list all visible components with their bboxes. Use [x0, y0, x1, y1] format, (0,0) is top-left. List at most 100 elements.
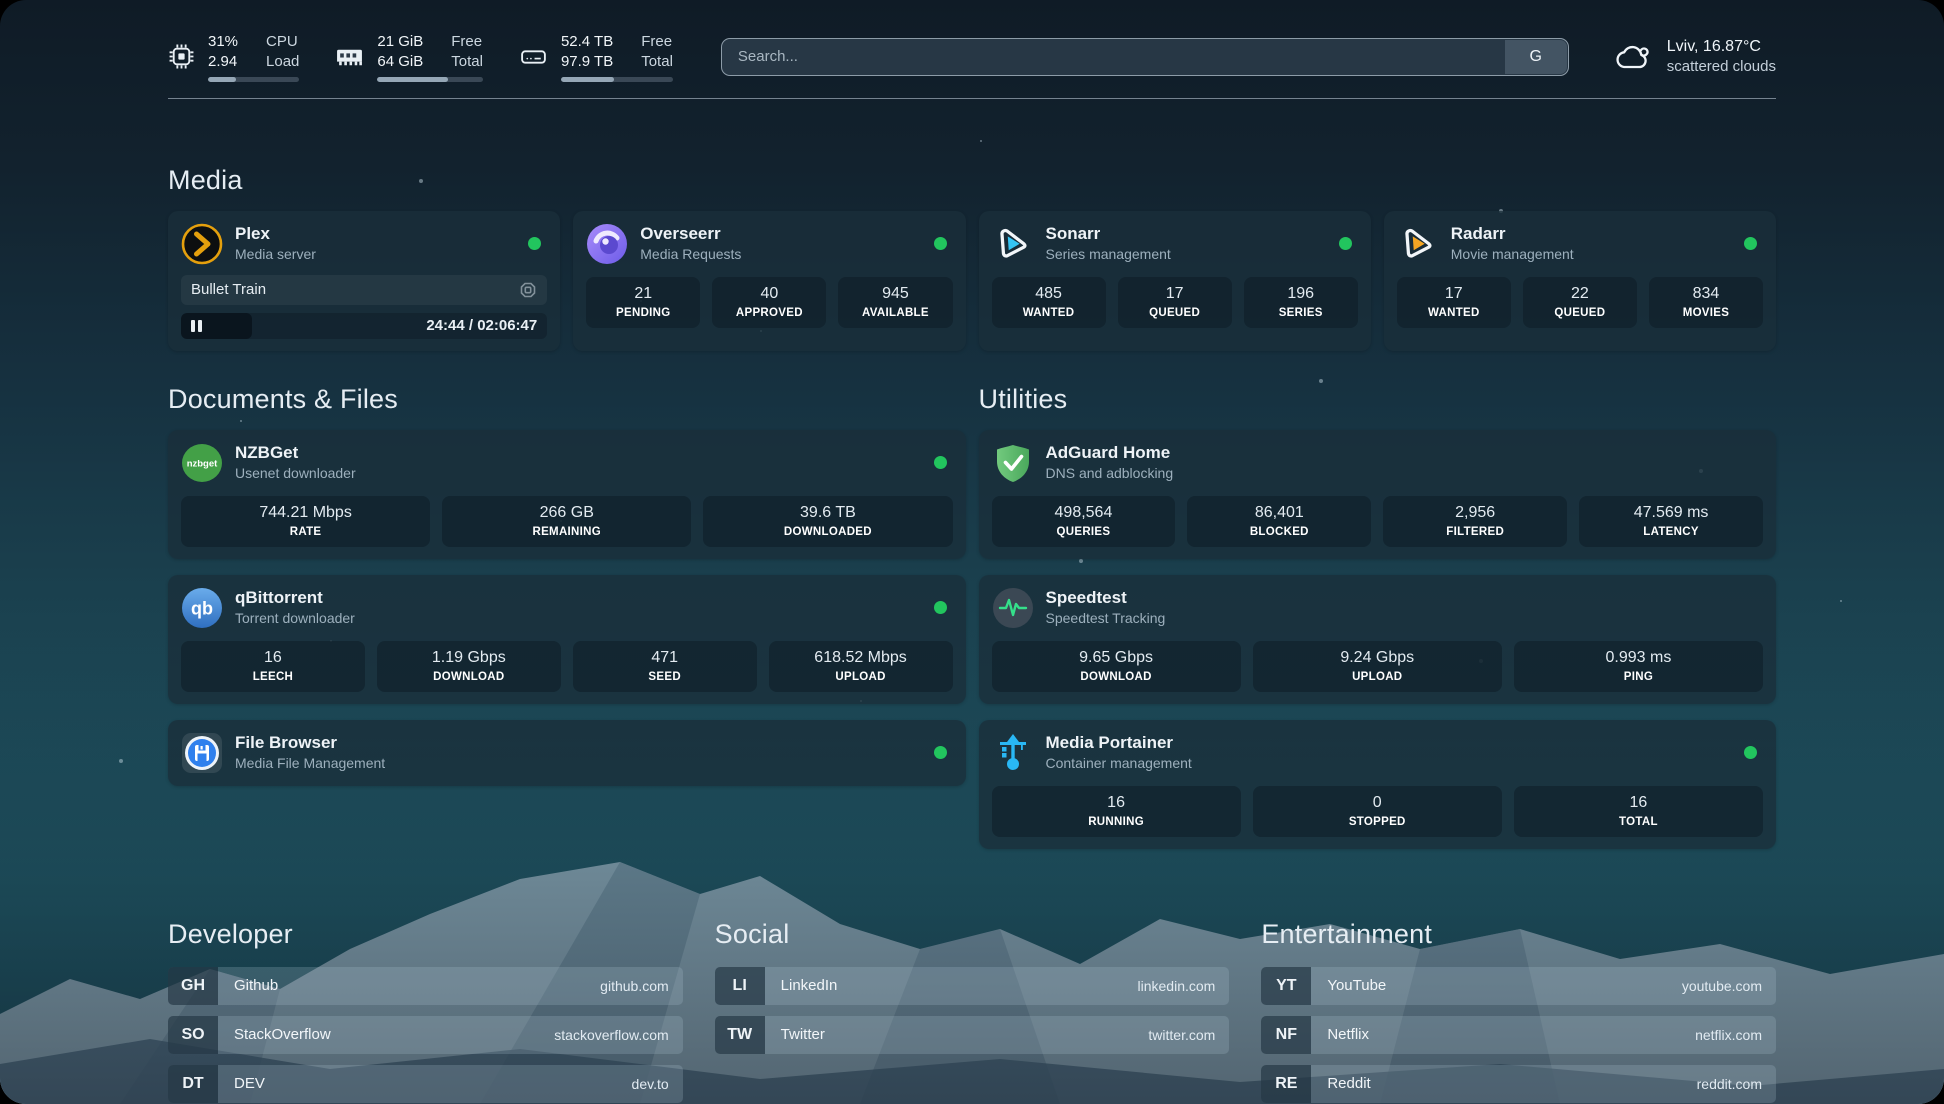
memory-total-label: Total [451, 52, 483, 72]
cloud-icon [1613, 40, 1653, 74]
weather-condition: scattered clouds [1667, 57, 1776, 77]
media-section-title: Media [168, 165, 1776, 196]
portainer-card[interactable]: Media Portainer Container management 16R… [979, 720, 1777, 849]
link-netflix[interactable]: NF Netflix netflix.com [1261, 1016, 1776, 1054]
weather-location-temp: Lviv, 16.87°C [1667, 36, 1776, 58]
filebrowser-status-dot [934, 746, 947, 759]
cpu-load-label: Load [266, 52, 299, 72]
stat-box: 17QUEUED [1118, 277, 1232, 328]
sonarr-logo-icon [992, 223, 1034, 265]
adguard-card[interactable]: AdGuard Home DNS and adblocking 498,564Q… [979, 430, 1777, 559]
stat-box: 498,564QUERIES [992, 496, 1176, 547]
memory-progress-bar [377, 77, 483, 82]
qbittorrent-logo-icon: qb [181, 587, 223, 629]
speedtest-card[interactable]: Speedtest Speedtest Tracking 9.65 GbpsDO… [979, 575, 1777, 704]
adguard-subtitle: DNS and adblocking [1046, 465, 1174, 483]
cpu-icon [168, 43, 195, 70]
adguard-logo-icon [992, 442, 1034, 484]
utilities-section-title: Utilities [979, 384, 1777, 415]
link-twitter[interactable]: TW Twitter twitter.com [715, 1016, 1230, 1054]
stat-box: 47.569 msLATENCY [1579, 496, 1763, 547]
link-dev[interactable]: DT DEV dev.to [168, 1065, 683, 1103]
overseerr-subtitle: Media Requests [640, 246, 741, 264]
link-abbr: GH [168, 967, 218, 1005]
portainer-logo-icon [992, 732, 1034, 774]
sonarr-card[interactable]: Sonarr Series management 485WANTED 17QUE… [979, 211, 1371, 351]
stat-box: 744.21 MbpsRATE [181, 496, 430, 547]
playback-time: 24:44 / 02:06:47 [426, 317, 537, 334]
portainer-title: Media Portainer [1046, 732, 1192, 753]
plex-title: Plex [235, 223, 316, 244]
stat-box: 16RUNNING [992, 786, 1241, 837]
link-youtube[interactable]: YT YouTube youtube.com [1261, 967, 1776, 1005]
nzbget-logo-icon: nzbget [181, 442, 223, 484]
portainer-subtitle: Container management [1046, 755, 1192, 773]
plex-card[interactable]: Plex Media server Bullet Train [168, 211, 560, 351]
nzbget-subtitle: Usenet downloader [235, 465, 356, 483]
link-reddit[interactable]: RE Reddit reddit.com [1261, 1065, 1776, 1103]
link-linkedin[interactable]: LI LinkedIn linkedin.com [715, 967, 1230, 1005]
pause-icon[interactable] [191, 320, 202, 332]
link-abbr: SO [168, 1016, 218, 1054]
filebrowser-subtitle: Media File Management [235, 755, 385, 773]
memory-free-label: Free [451, 32, 483, 52]
stat-box: 22QUEUED [1523, 277, 1637, 328]
radarr-logo-icon [1397, 223, 1439, 265]
search-provider-button[interactable]: G [1505, 40, 1567, 74]
stat-box: 196SERIES [1244, 277, 1358, 328]
disk-progress-bar [561, 77, 673, 82]
developer-section-title: Developer [168, 919, 683, 950]
stat-box: 86,401BLOCKED [1187, 496, 1371, 547]
radarr-card[interactable]: Radarr Movie management 17WANTED 22QUEUE… [1384, 211, 1776, 351]
link-github[interactable]: GH Github github.com [168, 967, 683, 1005]
link-abbr: NF [1261, 1016, 1311, 1054]
radarr-status-dot [1744, 237, 1757, 250]
nzbget-card[interactable]: nzbget NZBGet Usenet downloader 74 [168, 430, 966, 559]
qbittorrent-card[interactable]: qb qBittorrent Torrent downloader [168, 575, 966, 704]
disk-total-label: Total [641, 52, 673, 72]
top-bar: 31% 2.94 CPU Load [168, 32, 1776, 82]
radarr-title: Radarr [1451, 223, 1574, 244]
filebrowser-card[interactable]: File Browser Media File Management [168, 720, 966, 786]
overseerr-title: Overseerr [640, 223, 741, 244]
filebrowser-title: File Browser [235, 732, 385, 753]
qbittorrent-title: qBittorrent [235, 587, 355, 608]
sonarr-subtitle: Series management [1046, 246, 1171, 264]
stat-box: 945AVAILABLE [838, 277, 952, 328]
adguard-title: AdGuard Home [1046, 442, 1174, 463]
link-abbr: YT [1261, 967, 1311, 1005]
disk-free-label: Free [641, 32, 673, 52]
cpu-usage-label: CPU [266, 32, 299, 52]
speedtest-subtitle: Speedtest Tracking [1046, 610, 1166, 628]
disk-total-value: 97.9 TB [561, 52, 613, 72]
overseerr-card[interactable]: Overseerr Media Requests 21PENDING 40APP… [573, 211, 965, 351]
snow-specks [0, 0, 2, 2]
stat-box: 1.19 GbpsDOWNLOAD [377, 641, 561, 692]
stat-box: 266 GBREMAINING [442, 496, 691, 547]
stat-box: 39.6 TBDOWNLOADED [703, 496, 952, 547]
memory-icon [335, 43, 364, 70]
stat-box: 21PENDING [586, 277, 700, 328]
playback-progress-bar[interactable]: 24:44 / 02:06:47 [181, 313, 547, 339]
svg-text:qb: qb [191, 598, 213, 618]
weather-widget: Lviv, 16.87°C scattered clouds [1613, 36, 1776, 78]
svg-text:nzbget: nzbget [187, 458, 218, 469]
stat-box: 618.52 MbpsUPLOAD [769, 641, 953, 692]
sonarr-status-dot [1339, 237, 1352, 250]
search-input[interactable] [721, 38, 1569, 76]
link-abbr: DT [168, 1065, 218, 1103]
qbittorrent-subtitle: Torrent downloader [235, 610, 355, 628]
overseerr-status-dot [934, 237, 947, 250]
nzbget-status-dot [934, 456, 947, 469]
link-abbr: RE [1261, 1065, 1311, 1103]
link-stackoverflow[interactable]: SO StackOverflow stackoverflow.com [168, 1016, 683, 1054]
stat-box: 485WANTED [992, 277, 1106, 328]
disk-icon [519, 43, 548, 70]
cpu-usage-value: 31% [208, 32, 238, 52]
now-playing-row: Bullet Train [181, 275, 547, 305]
qbittorrent-status-dot [934, 601, 947, 614]
link-abbr: TW [715, 1016, 765, 1054]
resource-monitors: 31% 2.94 CPU Load [168, 32, 673, 82]
stat-box: 9.65 GbpsDOWNLOAD [992, 641, 1241, 692]
nzbget-title: NZBGet [235, 442, 356, 463]
